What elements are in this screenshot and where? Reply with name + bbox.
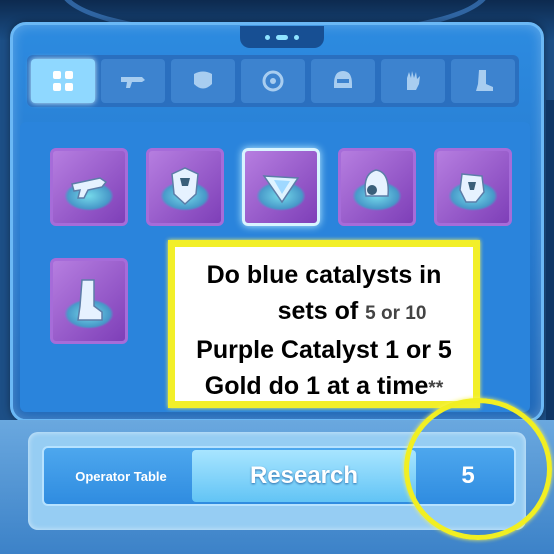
tab-armor[interactable]	[171, 59, 235, 103]
notch-dot	[276, 34, 288, 40]
grid-icon	[53, 71, 73, 91]
item-slot-crystal[interactable]	[242, 148, 320, 226]
armor-item-icon	[171, 167, 199, 206]
tab-weapon[interactable]	[101, 59, 165, 103]
tab-chip[interactable]	[241, 59, 305, 103]
crystal-item-icon	[262, 175, 300, 204]
tab-gloves[interactable]	[381, 59, 445, 103]
notch-dot	[294, 34, 299, 40]
helmet-item-icon	[364, 169, 389, 197]
item-slot-armor[interactable]	[146, 148, 224, 226]
annotation-line-1: Do blue catalysts in	[206, 261, 442, 289]
boot-item-icon	[77, 279, 103, 321]
helmet-icon	[334, 71, 352, 88]
tab-boots[interactable]	[451, 59, 515, 103]
category-tabbar	[27, 55, 519, 107]
catalyst-tip-annotation: Do blue catalysts in sets of 5 or 10 Pur…	[168, 240, 480, 408]
panel-notch	[240, 26, 324, 48]
tab-all[interactable]	[31, 59, 95, 103]
boot-icon	[476, 70, 493, 91]
gun-icon	[121, 77, 145, 88]
annotation-line-4-suffix: **	[428, 378, 444, 399]
gun-item-icon	[71, 177, 108, 199]
annotation-line-2: sets of 5 or 10	[175, 293, 473, 332]
annotation-line-4-text: Gold do 1 at a time	[204, 372, 429, 400]
side-edge	[546, 100, 554, 440]
annotation-line-3: Purple Catalyst 1 or 5	[196, 336, 452, 364]
quantity-highlight-circle	[404, 398, 552, 540]
annotation-line-2-prefix: sets of	[277, 297, 366, 325]
chip-icon	[262, 70, 284, 92]
item-slot-glove[interactable]	[434, 148, 512, 226]
item-slot-gun[interactable]	[50, 148, 128, 226]
item-slot-helmet[interactable]	[338, 148, 416, 226]
annotation-line-4: Gold do 1 at a time**	[175, 368, 473, 407]
glove-icon	[407, 71, 420, 90]
glove-item-icon	[459, 173, 485, 203]
research-button[interactable]: Research	[192, 450, 416, 502]
annotation-line-2-small: 5 or 10	[365, 303, 427, 324]
item-slot-boot[interactable]	[50, 258, 128, 344]
operator-table-button[interactable]: Operator Table	[56, 454, 186, 498]
tab-helmet[interactable]	[311, 59, 375, 103]
armor-icon	[194, 71, 212, 89]
notch-dot	[265, 34, 270, 40]
